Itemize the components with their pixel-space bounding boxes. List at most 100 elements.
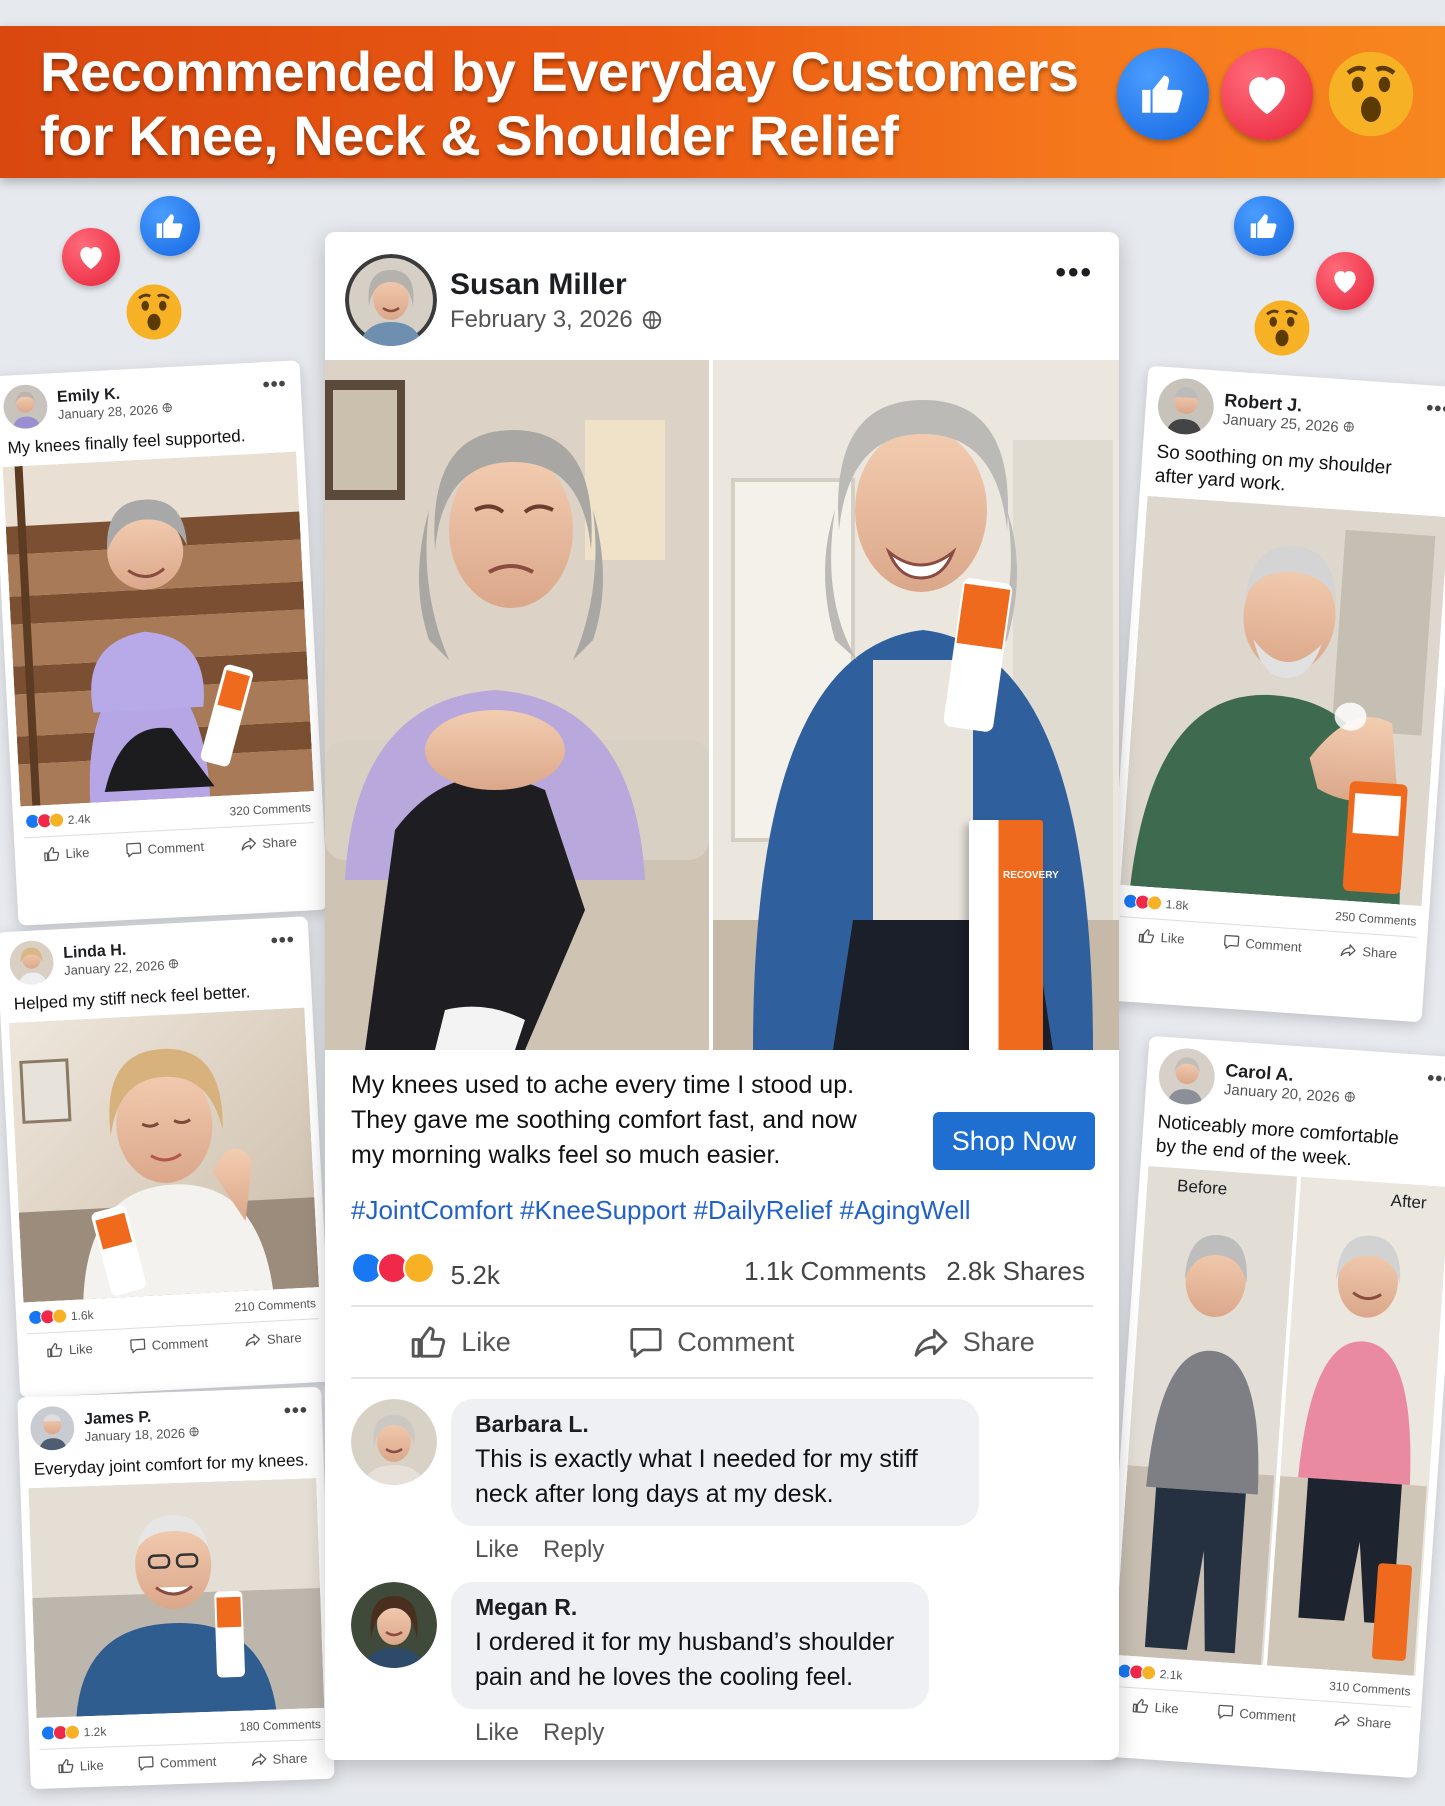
floating-thumbs-up-icon xyxy=(1234,196,1294,256)
comment-label: Comment xyxy=(677,1326,795,1357)
avatar xyxy=(1158,1048,1215,1106)
comments-count[interactable]: 320 Comments xyxy=(229,800,311,818)
reaction-summary[interactable]: 5.2k xyxy=(351,1252,500,1291)
comment-text: I ordered it for my husband’s shoulder p… xyxy=(475,1628,895,1691)
reaction-summary[interactable]: 2.4k xyxy=(24,811,91,830)
avatar[interactable] xyxy=(351,1582,437,1668)
share-button[interactable]: Share xyxy=(1333,1710,1392,1732)
before-label: Before xyxy=(1176,1176,1228,1199)
avatar[interactable] xyxy=(345,254,437,346)
more-options-icon[interactable]: ••• xyxy=(1426,1067,1445,1092)
banner-title: Recommended by Everyday Customers for Kn… xyxy=(40,40,1100,168)
reaction-summary[interactable]: 2.1k xyxy=(1116,1663,1183,1683)
comments-count[interactable]: 1.1k Comments xyxy=(744,1256,926,1287)
more-options-icon[interactable]: ••• xyxy=(1055,256,1093,290)
post-date: January 18, 2026 xyxy=(84,1425,186,1444)
reaction-count: 2.4k xyxy=(67,811,91,827)
like-label: Like xyxy=(461,1326,511,1357)
reaction-summary[interactable]: 1.8k xyxy=(1122,893,1189,913)
floating-wow-icon xyxy=(124,282,184,342)
share-button[interactable]: Share xyxy=(1339,940,1398,962)
shop-now-button[interactable]: Shop Now xyxy=(933,1112,1095,1170)
hashtags[interactable]: #JointComfort #KneeSupport #DailyRelief … xyxy=(351,1195,1093,1226)
reaction-count: 1.8k xyxy=(1165,896,1189,913)
comment-reply-link[interactable]: Reply xyxy=(543,1536,604,1564)
comment-label: Comment xyxy=(1238,1705,1297,1725)
reaction-count: 1.6k xyxy=(70,1307,94,1323)
share-arrow-icon xyxy=(911,1322,951,1362)
reaction-count: 1.2k xyxy=(83,1724,107,1739)
comment-bubble-icon xyxy=(128,1336,147,1355)
comments-count[interactable]: 180 Comments xyxy=(239,1717,321,1734)
thumbs-up-icon xyxy=(1137,926,1156,945)
before-photo xyxy=(325,360,709,1050)
globe-icon xyxy=(1343,1091,1356,1104)
like-button[interactable]: Like xyxy=(45,1339,93,1359)
like-label: Like xyxy=(65,844,90,861)
comment-reply-link[interactable]: Reply xyxy=(543,1719,604,1747)
comment-like-link[interactable]: Like xyxy=(475,1719,519,1747)
share-button[interactable]: Share xyxy=(249,1749,308,1769)
reaction-summary[interactable]: 1.2k xyxy=(40,1724,107,1741)
post-photo xyxy=(2,451,314,807)
like-button[interactable]: Like xyxy=(1137,926,1185,947)
like-label: Like xyxy=(79,1757,104,1773)
post-card-emily[interactable]: Emily K. January 28, 2026 ••• My knees f… xyxy=(0,360,329,926)
like-button[interactable]: Like xyxy=(409,1322,511,1362)
globe-icon xyxy=(161,401,173,413)
post-text: My knees used to ache every time I stood… xyxy=(351,1071,857,1169)
reaction-summary[interactable]: 1.6k xyxy=(27,1307,94,1326)
after-label: After xyxy=(1390,1191,1428,1213)
main-post-card[interactable]: Susan Miller February 3, 2026 ••• RECOVE… xyxy=(325,232,1119,1760)
share-button[interactable]: Share xyxy=(911,1322,1035,1362)
like-label: Like xyxy=(1160,929,1186,947)
comment-label: Comment xyxy=(159,1753,217,1771)
comment-label: Comment xyxy=(147,838,205,857)
like-label: Like xyxy=(1154,1699,1180,1716)
before-after-photo: Before After xyxy=(1114,1166,1445,1676)
more-options-icon[interactable]: ••• xyxy=(262,373,287,397)
comment-button[interactable]: Comment xyxy=(1222,932,1302,955)
commenter-name[interactable]: Barbara L. xyxy=(475,1411,955,1438)
post-card-linda[interactable]: Linda H. January 22, 2026 ••• Helped my … xyxy=(0,916,332,1398)
banner-title-line-2: for Knee, Neck & Shoulder Relief xyxy=(40,104,899,167)
comments-count[interactable]: 310 Comments xyxy=(1329,1678,1411,1698)
share-button[interactable]: Share xyxy=(243,1328,302,1349)
post-photo xyxy=(1120,495,1445,907)
post-date[interactable]: February 3, 2026 xyxy=(450,306,633,334)
comment-bubble-icon xyxy=(137,1754,156,1773)
author-name[interactable]: Susan Miller xyxy=(450,268,627,302)
share-button[interactable]: Share xyxy=(239,832,298,853)
share-arrow-icon xyxy=(249,1750,268,1769)
like-button[interactable]: Like xyxy=(57,1756,104,1776)
thumbs-up-icon xyxy=(57,1757,76,1776)
comment-button[interactable]: Comment xyxy=(137,1752,217,1773)
comment-bubble-icon xyxy=(627,1323,665,1361)
comments-count[interactable]: 250 Comments xyxy=(1335,909,1417,929)
shares-count[interactable]: 2.8k Shares xyxy=(946,1256,1085,1287)
comment-button[interactable]: Comment xyxy=(128,1333,208,1355)
post-photo-collage[interactable]: RECOVERY xyxy=(325,360,1119,1050)
comments-count[interactable]: 210 Comments xyxy=(234,1296,316,1314)
globe-icon xyxy=(1342,420,1355,433)
more-options-icon[interactable]: ••• xyxy=(1425,397,1445,422)
heart-icon xyxy=(1221,48,1313,140)
comment-item: Barbara L. This is exactly what I needed… xyxy=(351,1399,1093,1564)
commenter-name[interactable]: Megan R. xyxy=(475,1594,905,1621)
product-label: RECOVERY xyxy=(1003,870,1059,881)
comment-button[interactable]: Comment xyxy=(627,1323,794,1361)
post-card-robert[interactable]: Robert J. January 25, 2026 ••• So soothi… xyxy=(1104,365,1445,1023)
more-options-icon[interactable]: ••• xyxy=(270,929,295,953)
comment-button[interactable]: Comment xyxy=(1216,1702,1296,1725)
like-button[interactable]: Like xyxy=(1131,1696,1179,1717)
comment-like-link[interactable]: Like xyxy=(475,1536,519,1564)
floating-thumbs-up-icon xyxy=(140,196,200,256)
avatar xyxy=(30,1406,75,1451)
comment-button[interactable]: Comment xyxy=(124,837,204,859)
post-card-carol[interactable]: Carol A. January 20, 2026 ••• Noticeably… xyxy=(1099,1035,1445,1779)
more-options-icon[interactable]: ••• xyxy=(283,1399,308,1423)
like-button[interactable]: Like xyxy=(42,843,90,863)
avatar[interactable] xyxy=(351,1399,437,1485)
floating-heart-icon xyxy=(62,228,120,286)
post-card-james[interactable]: James P. January 18, 2026 ••• Everyday j… xyxy=(17,1386,335,1790)
